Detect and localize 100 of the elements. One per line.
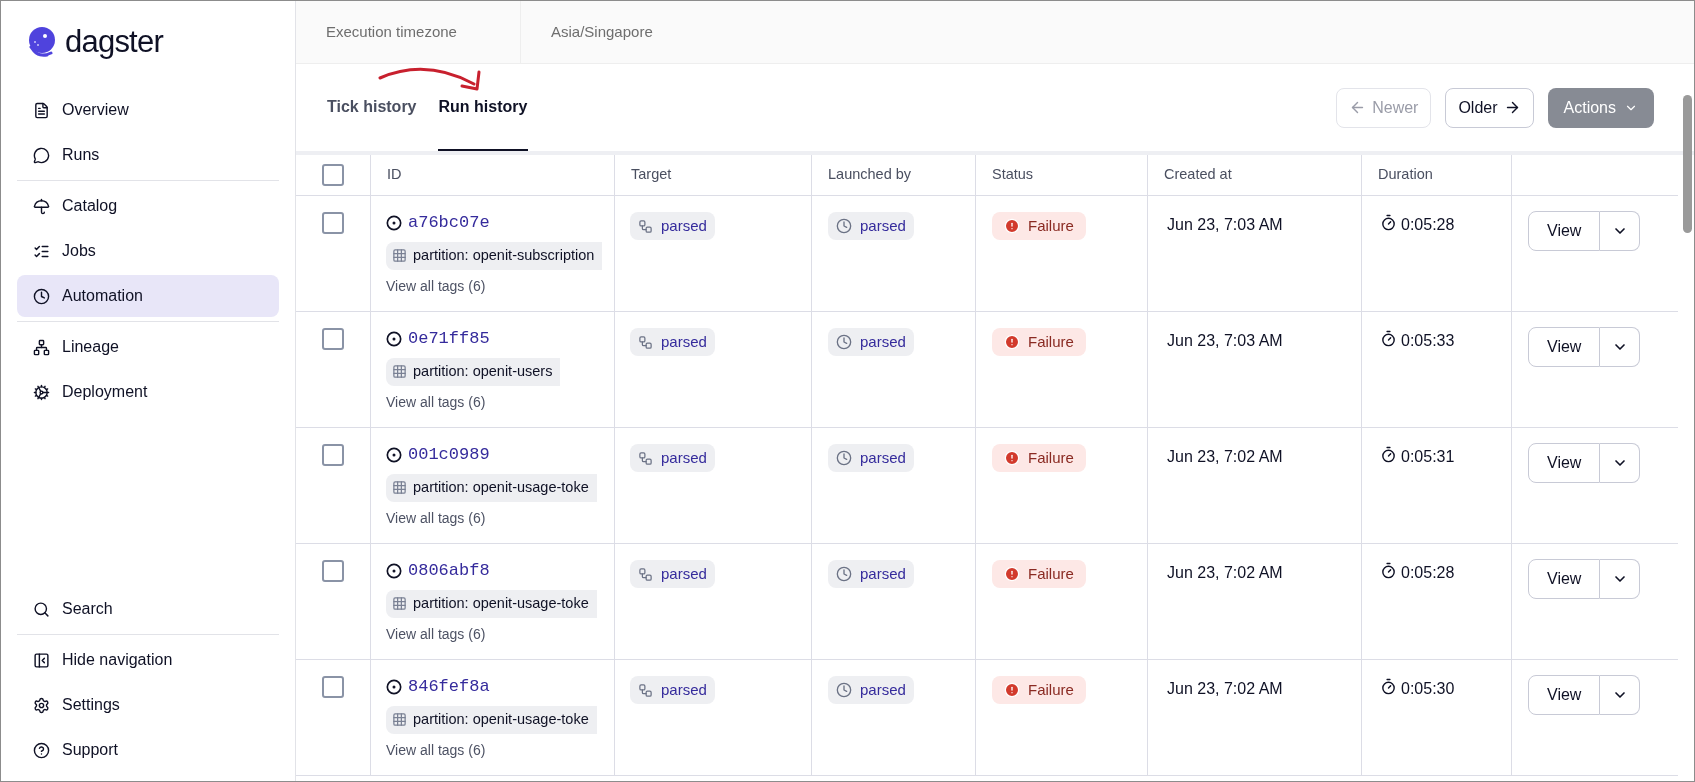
clock-icon: [836, 218, 852, 234]
timezone-label: Execution timezone: [296, 1, 521, 63]
checkbox[interactable]: [322, 212, 344, 234]
alert-icon: [1004, 450, 1020, 466]
speech-bubble-icon: [33, 146, 50, 164]
column-header: Target: [631, 165, 672, 185]
partition-tag: partition: openit-usage-toke: [386, 473, 597, 502]
nav-item[interactable]: Hide navigation: [17, 639, 279, 681]
older-button[interactable]: Older: [1445, 87, 1534, 128]
launched-by-tag[interactable]: parsed: [828, 560, 914, 588]
run-status-icon: [386, 446, 402, 463]
tab[interactable]: Tick history: [326, 64, 418, 151]
checkbox[interactable]: [322, 676, 344, 698]
checkbox[interactable]: [322, 560, 344, 582]
run-id-link[interactable]: 0e71ff85: [408, 326, 490, 352]
status-tag: Failure: [992, 676, 1086, 704]
view-tags-link[interactable]: View all tags (6): [386, 507, 486, 529]
checkbox[interactable]: [322, 164, 344, 186]
dropdown-button[interactable]: [1600, 675, 1641, 715]
run-id-link[interactable]: 846fef8a: [408, 674, 490, 700]
view-button[interactable]: View: [1528, 559, 1601, 599]
nav-item[interactable]: Deployment: [17, 371, 279, 413]
duration-text: 0:05:28: [1401, 563, 1455, 583]
dropdown-button[interactable]: [1600, 211, 1641, 251]
nav-item[interactable]: Lineage: [17, 326, 279, 368]
target-tag[interactable]: parsed: [630, 212, 715, 240]
dropdown-button[interactable]: [1600, 327, 1641, 367]
clock-icon: [836, 334, 852, 350]
search-icon: [33, 600, 50, 618]
checkbox[interactable]: [322, 328, 344, 350]
status-tag: Failure: [992, 444, 1086, 472]
partition-tag: partition: openit-subscription: [386, 241, 603, 270]
nav-item[interactable]: Overview: [17, 89, 279, 131]
checkbox[interactable]: [322, 444, 344, 466]
view-button[interactable]: View: [1528, 327, 1601, 367]
column-header: Launched by: [828, 165, 912, 185]
status-tag: Failure: [992, 560, 1086, 588]
stopwatch-icon: [1380, 446, 1397, 463]
nav-item[interactable]: Support: [17, 729, 279, 771]
nav-item[interactable]: Settings: [17, 684, 279, 726]
target-tag[interactable]: parsed: [630, 560, 715, 588]
view-tags-link[interactable]: View all tags (6): [386, 275, 486, 297]
alert-icon: [1004, 218, 1020, 234]
timezone-value: Asia/Singapore: [550, 21, 653, 42]
view-tags-link[interactable]: View all tags (6): [386, 739, 486, 761]
alert-icon: [1004, 566, 1020, 582]
column-header: Created at: [1164, 165, 1232, 185]
dropdown-button[interactable]: [1600, 559, 1641, 599]
clock-icon: [836, 566, 852, 582]
view-tags-link[interactable]: View all tags (6): [386, 391, 486, 413]
view-button[interactable]: View: [1528, 675, 1601, 715]
run-id-link[interactable]: 0806abf8: [408, 558, 490, 584]
document-icon: [33, 101, 50, 119]
tab[interactable]: Run history: [437, 64, 529, 151]
run-status-icon: [386, 678, 402, 695]
status-tag: Failure: [992, 328, 1086, 356]
help-icon: [33, 741, 50, 759]
stopwatch-icon: [1380, 214, 1397, 231]
nav-item[interactable]: Runs: [17, 134, 279, 176]
alert-icon: [1004, 682, 1020, 698]
launched-by-tag[interactable]: parsed: [828, 444, 914, 472]
nav-item[interactable]: Search: [17, 588, 279, 630]
created-at-text: Jun 23, 7:02 AM: [1167, 448, 1283, 465]
view-button[interactable]: View: [1528, 443, 1601, 483]
run-status-icon: [386, 562, 402, 579]
launched-by-tag[interactable]: parsed: [828, 212, 914, 240]
duration-text: 0:05:30: [1401, 679, 1455, 699]
partition-tag: partition: openit-users: [386, 357, 561, 386]
view-button[interactable]: View: [1528, 211, 1601, 251]
nav-item[interactable]: Automation: [17, 275, 279, 317]
run-id-link[interactable]: a76bc07e: [408, 210, 490, 236]
clock-icon: [836, 682, 852, 698]
target-tag[interactable]: parsed: [630, 328, 715, 356]
dropdown-button[interactable]: [1600, 443, 1641, 483]
column-header: Status: [992, 165, 1034, 185]
clock-icon: [33, 287, 50, 305]
status-tag: Failure: [992, 212, 1086, 240]
duration-text: 0:05:28: [1401, 215, 1455, 235]
grid-icon: [392, 248, 407, 263]
target-tag[interactable]: parsed: [630, 444, 715, 472]
stopwatch-icon: [1380, 330, 1397, 347]
launched-by-tag[interactable]: parsed: [828, 676, 914, 704]
run-status-icon: [386, 330, 402, 347]
column-header: ID: [387, 165, 402, 185]
created-at-text: Jun 23, 7:02 AM: [1167, 564, 1283, 581]
view-tags-link[interactable]: View all tags (6): [386, 623, 486, 645]
nav-item[interactable]: Catalog: [17, 185, 279, 227]
duration-text: 0:05:33: [1401, 331, 1455, 351]
target-tag[interactable]: parsed: [630, 676, 715, 704]
logo-text: dagster: [65, 22, 163, 61]
clock-icon: [836, 450, 852, 466]
nav-item[interactable]: Jobs: [17, 230, 279, 272]
grid-icon: [392, 364, 407, 379]
column-header: Duration: [1378, 165, 1433, 185]
grid-icon: [392, 480, 407, 495]
stopwatch-icon: [1380, 678, 1397, 695]
umbrella-icon: [33, 197, 50, 215]
run-id-link[interactable]: 001c0989: [408, 442, 490, 468]
launched-by-tag[interactable]: parsed: [828, 328, 914, 356]
settings-icon: [33, 696, 50, 714]
